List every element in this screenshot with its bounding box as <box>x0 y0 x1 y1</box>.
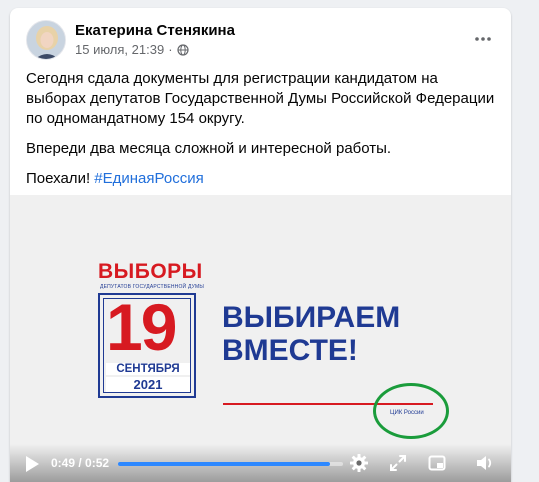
picture-in-picture-icon[interactable] <box>424 450 450 476</box>
author-name[interactable]: Екатерина Стенякина <box>75 22 235 39</box>
elections-logo: ВЫБОРЫ ДЕПУТАТОВ ГОСУДАРСТВЕННОЙ ДУМЫ 19… <box>98 260 204 400</box>
post-paragraph-2: Впереди два месяца сложной и интересной … <box>26 140 392 157</box>
meta-separator: · <box>168 42 173 57</box>
video-controls-bar: 0:49 / 0:52 <box>10 444 511 482</box>
play-icon[interactable] <box>20 452 44 476</box>
volume-icon[interactable] <box>472 450 498 476</box>
video-progress-bar[interactable] <box>118 462 343 466</box>
post-meta: 15 июля, 21:39 · <box>75 42 189 57</box>
logo-year: 2021 <box>106 377 190 392</box>
hashtag-link[interactable]: #ЕдинаяРоссия <box>94 170 203 187</box>
slogan-line-2: ВМЕСТЕ! <box>222 334 358 367</box>
fullscreen-expand-icon[interactable] <box>385 450 411 476</box>
logo-day: 19 <box>106 290 177 364</box>
video-player[interactable]: ВЫБОРЫ ДЕПУТАТОВ ГОСУДАРСТВЕННОЙ ДУМЫ 19… <box>10 195 511 482</box>
post-paragraph-3-text: Поехали! <box>26 170 95 187</box>
video-time: 0:49 / 0:52 <box>51 456 110 470</box>
avatar[interactable] <box>26 20 66 60</box>
post-paragraph-1: Сегодня сдала документы для регистрации … <box>26 70 495 127</box>
slogan-line-1: ВЫБИРАЕМ <box>222 301 401 334</box>
globe-icon <box>176 43 189 56</box>
slogan: ВЫБИРАЕМ ВМЕСТЕ! <box>222 301 400 367</box>
post-text: Сегодня сдала документы для регистрации … <box>26 69 501 199</box>
post-paragraph-3: Поехали! #ЕдинаяРоссия <box>26 169 501 189</box>
video-progress-fill <box>118 462 330 466</box>
logo-month: СЕНТЯБРЯ <box>106 363 190 375</box>
logo-title: ВЫБОРЫ <box>98 260 203 283</box>
green-annotation-circle <box>373 383 449 439</box>
settings-gear-icon[interactable] <box>346 450 372 476</box>
post-timestamp[interactable]: 15 июля, 21:39 <box>75 42 164 57</box>
more-horizontal-icon[interactable] <box>470 26 496 52</box>
post-header: Екатерина Стенякина 15 июля, 21:39 · <box>26 20 496 62</box>
post-card: Екатерина Стенякина 15 июля, 21:39 · Сег… <box>10 8 511 482</box>
